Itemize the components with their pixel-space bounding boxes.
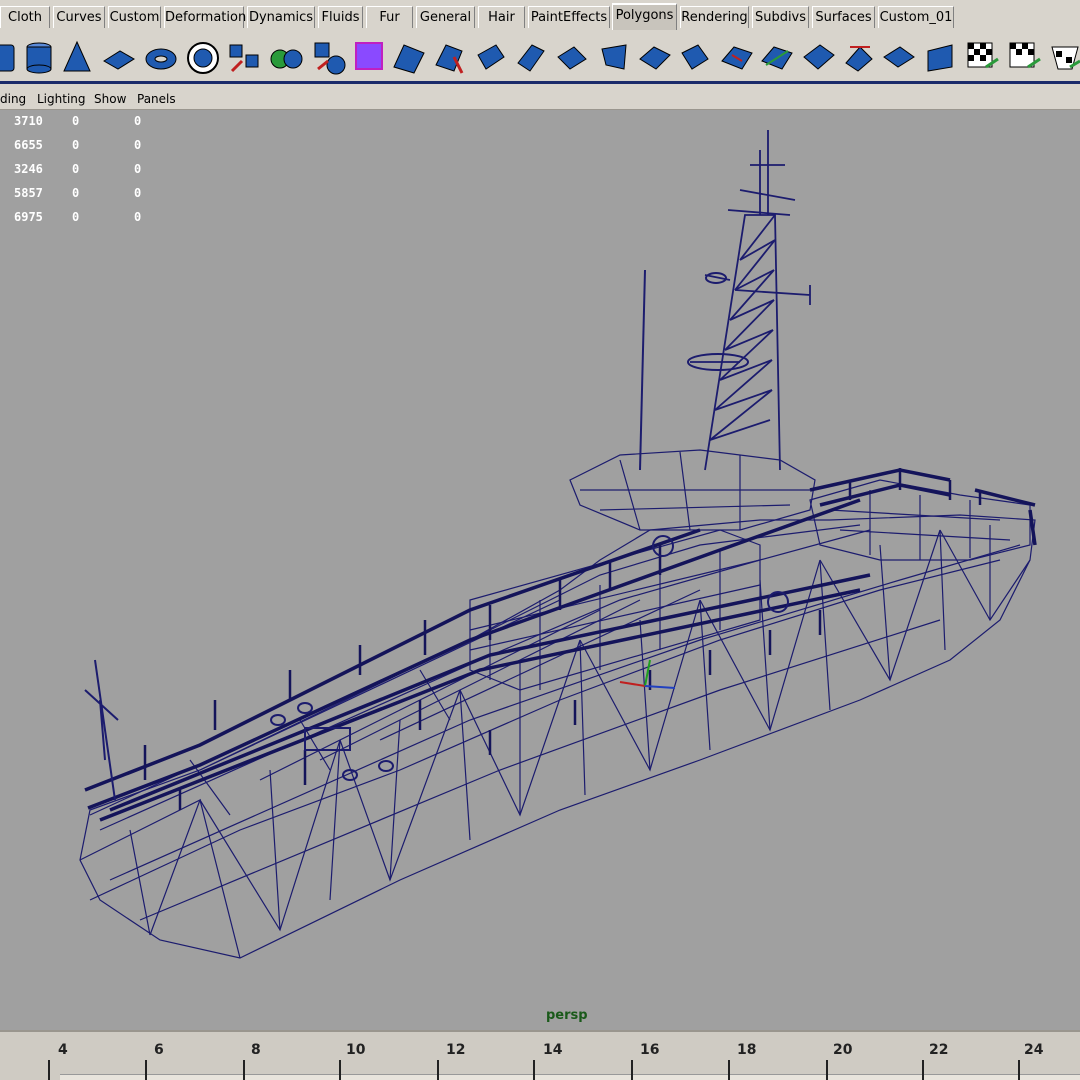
menu-shading[interactable]: ding bbox=[0, 92, 26, 106]
frame-tick bbox=[145, 1060, 147, 1080]
frame-tick bbox=[48, 1060, 50, 1080]
shelf-tab-custom[interactable]: Custom bbox=[108, 6, 161, 28]
shelf-toolbar bbox=[0, 32, 1080, 84]
frame-tick bbox=[728, 1060, 730, 1080]
time-slider[interactable]: 4 6 8 10 12 14 16 18 20 22 24 bbox=[0, 1030, 1080, 1080]
poly-cylinder-icon[interactable] bbox=[20, 37, 58, 79]
shelf-tab-surfaces[interactable]: Surfaces bbox=[812, 6, 875, 28]
menu-panels[interactable]: Panels bbox=[137, 92, 176, 106]
extrude-edge-icon[interactable] bbox=[472, 37, 510, 79]
collapse-icon[interactable] bbox=[718, 37, 756, 79]
time-slider-scrollbar[interactable] bbox=[60, 1074, 1080, 1080]
frame-label: 16 bbox=[640, 1042, 660, 1058]
panel-menu-bar: ding Lighting Show Panels bbox=[0, 88, 1080, 110]
cylindrical-mapping-icon[interactable] bbox=[1006, 37, 1044, 79]
poly-cone-icon[interactable] bbox=[58, 37, 96, 79]
wedge-face-icon[interactable] bbox=[676, 37, 714, 79]
quadrangulate-icon[interactable] bbox=[880, 37, 918, 79]
append-polygon-icon[interactable] bbox=[596, 37, 634, 79]
bevel-icon[interactable] bbox=[512, 37, 550, 79]
frame-tick bbox=[631, 1060, 633, 1080]
frame-label: 4 bbox=[58, 1042, 68, 1058]
spherical-mapping-icon[interactable] bbox=[1046, 37, 1080, 79]
shelf-tab-fur[interactable]: Fur bbox=[366, 6, 413, 28]
frame-tick bbox=[826, 1060, 828, 1080]
frame-tick bbox=[339, 1060, 341, 1080]
frame-label: 20 bbox=[833, 1042, 853, 1058]
split-polygon-icon[interactable] bbox=[390, 37, 428, 79]
frame-label: 22 bbox=[929, 1042, 949, 1058]
subdivide-icon[interactable] bbox=[800, 37, 838, 79]
frame-label: 24 bbox=[1024, 1042, 1044, 1058]
camera-label: persp bbox=[546, 1008, 588, 1023]
shelf-tabs: Cloth Curves Custom Deformation Dynamics Flui… bbox=[0, 0, 1080, 32]
shelf-tab-fluids[interactable]: Fluids bbox=[318, 6, 363, 28]
create-polygon-icon[interactable] bbox=[636, 37, 674, 79]
frame-label: 12 bbox=[446, 1042, 466, 1058]
shelf-tab-general[interactable]: General bbox=[416, 6, 475, 28]
frame-tick bbox=[533, 1060, 535, 1080]
poly-pipe-icon[interactable] bbox=[184, 37, 222, 79]
delete-edge-icon[interactable] bbox=[758, 37, 796, 79]
frame-tick bbox=[243, 1060, 245, 1080]
frame-tick bbox=[1018, 1060, 1020, 1080]
frame-label: 6 bbox=[154, 1042, 164, 1058]
poly-plane-icon[interactable] bbox=[100, 37, 138, 79]
poly-torus-icon[interactable] bbox=[142, 37, 180, 79]
shelf-tab-deformation[interactable]: Deformation bbox=[164, 6, 246, 28]
frame-label: 10 bbox=[346, 1042, 366, 1058]
shelf-tab-hair[interactable]: Hair bbox=[478, 6, 525, 28]
shelf-tab-subdivs[interactable]: Subdivs bbox=[752, 6, 809, 28]
shelf-tab-custom-01[interactable]: Custom_01 bbox=[878, 6, 954, 28]
extrude-face-icon[interactable] bbox=[432, 37, 470, 79]
frame-label: 8 bbox=[251, 1042, 261, 1058]
merge-vertices-icon[interactable] bbox=[554, 37, 592, 79]
menu-lighting[interactable]: Lighting bbox=[37, 92, 86, 106]
shelf-tab-painteffects[interactable]: PaintEffects bbox=[528, 6, 610, 28]
menu-show[interactable]: Show bbox=[94, 92, 126, 106]
perspective-viewport[interactable]: 3710 0 0 6655 0 0 3246 0 0 5857 0 0 6975… bbox=[0, 110, 1080, 1030]
planar-mapping-icon[interactable] bbox=[964, 37, 1002, 79]
shelf-tab-cloth[interactable]: Cloth bbox=[0, 6, 50, 28]
shelf-tab-polygons[interactable]: Polygons bbox=[612, 3, 677, 30]
boat-wireframe-model[interactable] bbox=[0, 110, 1080, 1030]
combine-icon[interactable] bbox=[226, 37, 264, 79]
shelf-tab-rendering[interactable]: Rendering bbox=[680, 6, 749, 28]
frame-tick bbox=[922, 1060, 924, 1080]
frame-label: 14 bbox=[543, 1042, 563, 1058]
triangulate-icon[interactable] bbox=[840, 37, 878, 79]
separate-icon[interactable] bbox=[268, 37, 306, 79]
reverse-normals-icon[interactable] bbox=[922, 37, 960, 79]
shelf-tab-dynamics[interactable]: Dynamics bbox=[247, 6, 315, 28]
smooth-icon[interactable] bbox=[310, 37, 348, 79]
frame-label: 18 bbox=[737, 1042, 757, 1058]
shelf-tab-curves[interactable]: Curves bbox=[53, 6, 105, 28]
frame-tick bbox=[437, 1060, 439, 1080]
cut-faces-icon[interactable] bbox=[350, 37, 388, 79]
